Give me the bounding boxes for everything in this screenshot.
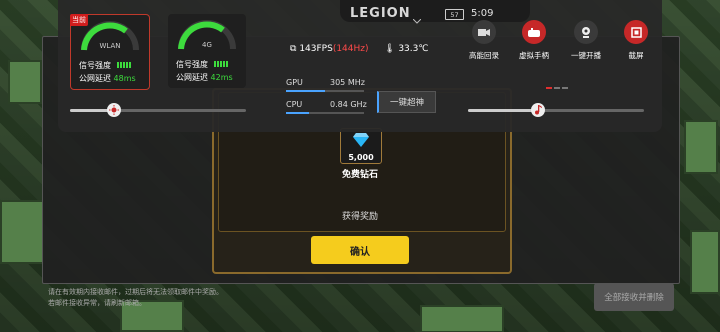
tool-label: 高能回录 (469, 51, 499, 60)
tool-live-stream[interactable]: 一键开播 (563, 20, 609, 61)
gift-item[interactable]: 5,000 (340, 128, 382, 164)
tool-video-record[interactable]: 高能回录 (461, 20, 507, 61)
signal-label: 信号强度 (79, 61, 111, 70)
signal-label: 信号强度 (176, 60, 208, 69)
gift-label: 免费钻石 (341, 170, 378, 180)
latency-label: 公网延迟 (176, 73, 208, 82)
fps-value: 143FPS (299, 44, 333, 54)
gpu-value: 305 MHz (330, 78, 365, 87)
diamond-icon (353, 133, 369, 147)
brightness-icon[interactable] (107, 103, 121, 117)
battery-level: 57 (450, 10, 459, 19)
network-name: WLAN (99, 42, 121, 50)
page-indicator (546, 74, 570, 93)
gpu-label: GPU (286, 78, 303, 87)
latency-label: 公网延迟 (79, 74, 111, 83)
chevron-down-icon[interactable] (413, 19, 421, 24)
confirm-button[interactable]: 确认 (311, 236, 409, 264)
tool-screenshot[interactable]: 截屏 (613, 20, 659, 61)
tool-label: 虚拟手柄 (519, 51, 549, 60)
fps-readout: ⧉ 143FPS(144Hz) (290, 44, 369, 54)
gpu-meter (286, 90, 364, 92)
copy-icon: ⧉ (290, 44, 297, 54)
screenshot-icon (624, 20, 648, 44)
latency-value: 48ms (113, 74, 136, 83)
cpu-value: 0.84 GHz (330, 100, 367, 109)
clock: 5:09 (471, 8, 494, 19)
brightness-slider[interactable] (70, 103, 246, 117)
thermometer-icon: 🌡 (384, 44, 396, 54)
music-note-icon[interactable] (531, 103, 545, 117)
webcam-icon (574, 20, 598, 44)
network-card-wlan[interactable]: 当前 WLAN 信号强度 公网延迟 48ms (70, 14, 150, 90)
mail-notice-line1: 请在有效期内接收邮件，过期后将无法领取邮件中奖励。 (48, 288, 223, 296)
mail-notice-line2: 若邮件接收异常，请刷新邮箱。 (48, 299, 146, 307)
signal-bars-icon (116, 61, 132, 70)
temperature-readout: 🌡 33.3℃ (384, 44, 428, 54)
battery-icon: 57 (445, 9, 464, 20)
receive-all-delete-button[interactable]: 全部接收并删除 (594, 283, 674, 311)
game-assistant-overlay: 当前 WLAN 信号强度 公网延迟 48ms 4G 信号强度 公网延迟 42ms (58, 0, 662, 132)
signal-bars-icon (213, 60, 229, 69)
cpu-meter (286, 112, 364, 114)
latency-value: 42ms (210, 73, 233, 82)
network-card-4g[interactable]: 4G 信号强度 公网延迟 42ms (168, 14, 246, 88)
tool-virtual-gamepad[interactable]: 虚拟手柄 (511, 20, 557, 61)
volume-slider[interactable] (468, 103, 644, 117)
reward-label: 获得奖励 (341, 212, 378, 222)
gift-count: 5,000 (348, 153, 374, 162)
tool-label: 一键开播 (571, 51, 601, 60)
cpu-label: CPU (286, 100, 303, 109)
temperature-value: 33.3℃ (398, 44, 429, 54)
tool-label: 截屏 (628, 51, 644, 60)
boost-button[interactable]: 一键超神 (377, 91, 436, 113)
brand-logo: LEGION (350, 6, 411, 21)
video-record-icon (472, 20, 496, 44)
gamepad-icon (522, 20, 546, 44)
refresh-rate: (144Hz) (332, 44, 369, 54)
network-name: 4G (202, 41, 212, 49)
